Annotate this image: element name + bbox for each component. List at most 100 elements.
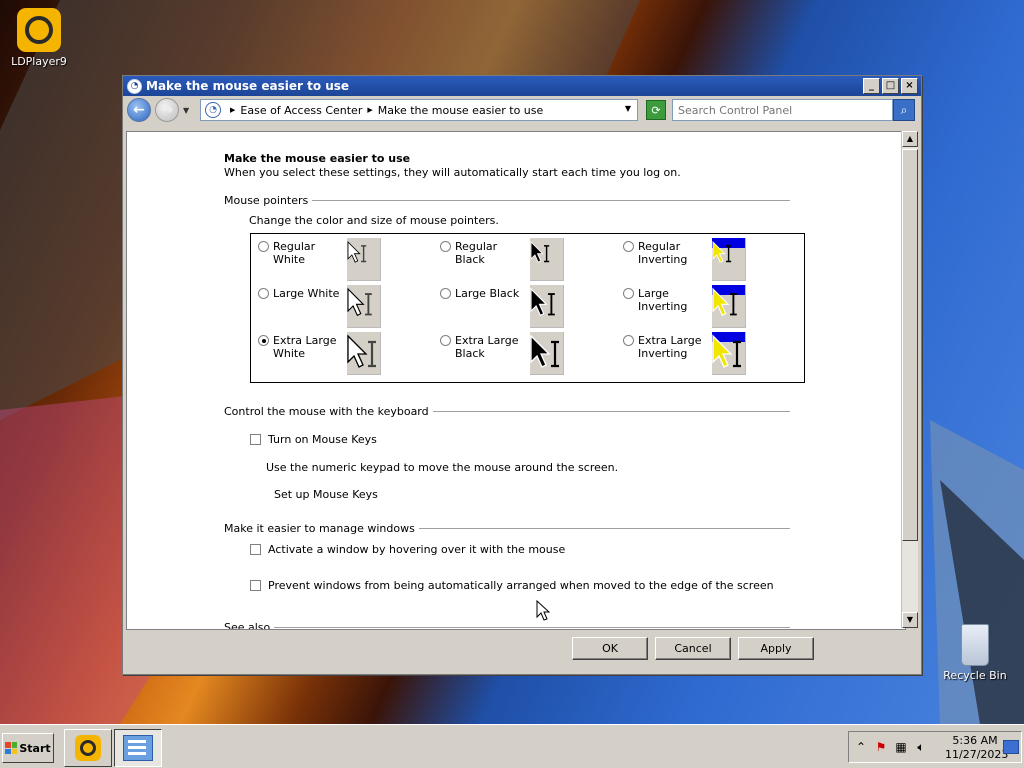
- volume-muted-icon[interactable]: 🔈︎: [913, 739, 929, 755]
- pointer-option-xlarge-white[interactable]: Extra Large White: [258, 334, 347, 360]
- refresh-button[interactable]: ⟳: [646, 100, 666, 120]
- pointer-preview-white: [347, 332, 381, 375]
- pointer-preview-black: [530, 332, 564, 375]
- apply-button[interactable]: Apply: [738, 637, 814, 660]
- pointer-radio[interactable]: [440, 288, 451, 299]
- scroll-down-button[interactable]: ▼: [902, 612, 918, 628]
- arrow-cursor-icon: [712, 287, 737, 317]
- windows-logo-icon: [5, 742, 18, 754]
- group-see-also: See also: [224, 621, 790, 629]
- pointer-radio[interactable]: [440, 335, 451, 346]
- recycle-bin-icon: [961, 624, 989, 666]
- taskbar-item-ldplayer[interactable]: [64, 729, 112, 767]
- taskbar-item-control-panel[interactable]: [114, 729, 162, 767]
- clock[interactable]: 5:36 AM 11/27/2023: [945, 734, 1008, 762]
- pointer-preview-black: [530, 238, 564, 281]
- mouse-keys-option[interactable]: Turn on Mouse Keys: [250, 433, 377, 446]
- group-keyboard: Control the mouse with the keyboard: [224, 405, 790, 418]
- pointer-radio[interactable]: [623, 288, 634, 299]
- pointer-option-label[interactable]: Extra Large White: [273, 334, 347, 360]
- pointer-radio[interactable]: [258, 335, 269, 346]
- window-titlebar[interactable]: ◔ Make the mouse easier to use _ □ ×: [123, 76, 921, 96]
- recent-pages-dropdown[interactable]: ▼: [183, 106, 189, 115]
- pointer-option-label[interactable]: Regular Black: [455, 240, 529, 266]
- pointer-option-regular-black[interactable]: Regular Black: [440, 240, 529, 266]
- desktop-icon-recycle-bin[interactable]: Recycle Bin: [940, 624, 1010, 682]
- pointer-option-label[interactable]: Extra Large Black: [455, 334, 529, 360]
- pointer-option-label[interactable]: Large Black: [455, 287, 529, 300]
- mouse-keys-checkbox[interactable]: [250, 434, 261, 445]
- desktop-icon-label: Recycle Bin: [943, 669, 1007, 682]
- pointer-option-large-white[interactable]: Large White: [258, 287, 347, 300]
- mouse-pointers-desc: Change the color and size of mouse point…: [249, 214, 499, 227]
- pointer-preview-white: [347, 285, 381, 328]
- page-subtitle: When you select these settings, they wil…: [224, 166, 681, 179]
- group-title-mouse-pointers: Mouse pointers: [224, 194, 309, 207]
- minimize-button[interactable]: _: [863, 78, 880, 94]
- navigation-bar: ← → ▼ ◔ ▶ Ease of Access Center ▶ Make t…: [123, 96, 921, 124]
- window-title: Make the mouse easier to use: [146, 79, 350, 93]
- forward-button[interactable]: →: [155, 98, 179, 122]
- hover-activate-checkbox[interactable]: [250, 544, 261, 555]
- pointer-option-large-inverting[interactable]: Large Inverting: [623, 287, 712, 313]
- action-center-flag-icon[interactable]: ⚑: [873, 739, 889, 755]
- group-mouse-pointers: Mouse pointers: [224, 194, 790, 207]
- show-hidden-icons-icon[interactable]: ⌃: [853, 739, 869, 755]
- ok-button[interactable]: OK: [572, 637, 648, 660]
- mouse-keys-label[interactable]: Turn on Mouse Keys: [268, 433, 377, 446]
- crumb-separator-icon[interactable]: ▶: [367, 106, 372, 114]
- pointer-preview-black: [530, 285, 564, 328]
- crumb-separator-icon[interactable]: ▶: [230, 106, 235, 114]
- show-desktop-icon[interactable]: [1003, 740, 1019, 754]
- group-title-windows: Make it easier to manage windows: [224, 522, 415, 535]
- arrow-left-icon: ←: [133, 102, 145, 118]
- pointer-option-xlarge-inverting[interactable]: Extra Large Inverting: [623, 334, 712, 360]
- hover-activate-option[interactable]: Activate a window by hovering over it wi…: [250, 543, 565, 556]
- address-bar[interactable]: ◔ ▶ Ease of Access Center ▶ Make the mou…: [200, 99, 638, 121]
- address-dropdown-icon[interactable]: ▼: [625, 104, 631, 113]
- pointer-radio[interactable]: [440, 241, 451, 252]
- prevent-arrange-label[interactable]: Prevent windows from being automatically…: [268, 579, 774, 592]
- start-button[interactable]: Start: [2, 733, 54, 763]
- arrow-right-icon: →: [161, 102, 173, 118]
- ease-of-access-icon: ◔: [127, 78, 142, 94]
- pointer-option-regular-white[interactable]: Regular White: [258, 240, 347, 266]
- ease-of-access-icon: ◔: [205, 102, 221, 118]
- scroll-thumb[interactable]: [902, 149, 918, 541]
- maximize-button[interactable]: □: [882, 78, 899, 94]
- prevent-arrange-option[interactable]: Prevent windows from being automatically…: [250, 579, 774, 592]
- setup-mouse-keys-link[interactable]: Set up Mouse Keys: [274, 488, 378, 501]
- vertical-scrollbar[interactable]: ▲ ▼: [901, 131, 918, 628]
- search-box[interactable]: [672, 99, 893, 121]
- cancel-button[interactable]: Cancel: [655, 637, 731, 660]
- close-button[interactable]: ×: [901, 78, 918, 94]
- pointer-radio[interactable]: [258, 241, 269, 252]
- hover-activate-label[interactable]: Activate a window by hovering over it wi…: [268, 543, 565, 556]
- pointer-radio[interactable]: [623, 241, 634, 252]
- pointer-option-label[interactable]: Regular Inverting: [638, 240, 712, 266]
- scroll-up-button[interactable]: ▲: [902, 131, 918, 147]
- pointer-option-regular-inverting[interactable]: Regular Inverting: [623, 240, 712, 266]
- back-button[interactable]: ←: [127, 98, 151, 122]
- pointer-scheme-list: Regular White Regular Black Regular Invert…: [250, 233, 805, 383]
- breadcrumb-current[interactable]: Make the mouse easier to use: [378, 104, 544, 117]
- pointer-option-label[interactable]: Extra Large Inverting: [638, 334, 712, 360]
- group-title-keyboard: Control the mouse with the keyboard: [224, 405, 429, 418]
- search-input[interactable]: [673, 102, 890, 118]
- arrow-cursor-icon: [530, 240, 550, 263]
- desktop-icon-ldplayer[interactable]: LDPlayer9: [4, 8, 74, 68]
- pointer-option-xlarge-black[interactable]: Extra Large Black: [440, 334, 529, 360]
- breadcrumb-ease-of-access[interactable]: Ease of Access Center: [240, 104, 362, 117]
- pointer-option-label[interactable]: Regular White: [273, 240, 347, 266]
- pointer-option-label[interactable]: Large Inverting: [638, 287, 712, 313]
- pointer-option-large-black[interactable]: Large Black: [440, 287, 529, 300]
- mouse-cursor-icon: [536, 600, 550, 621]
- pointer-option-label[interactable]: Large White: [273, 287, 347, 300]
- refresh-icon: ⟳: [651, 103, 661, 117]
- pointer-radio[interactable]: [623, 335, 634, 346]
- prevent-arrange-checkbox[interactable]: [250, 580, 261, 591]
- network-icon[interactable]: ▦: [893, 739, 909, 755]
- pointer-radio[interactable]: [258, 288, 269, 299]
- arrow-cursor-icon: [712, 334, 741, 368]
- search-button[interactable]: ⌕: [893, 99, 915, 121]
